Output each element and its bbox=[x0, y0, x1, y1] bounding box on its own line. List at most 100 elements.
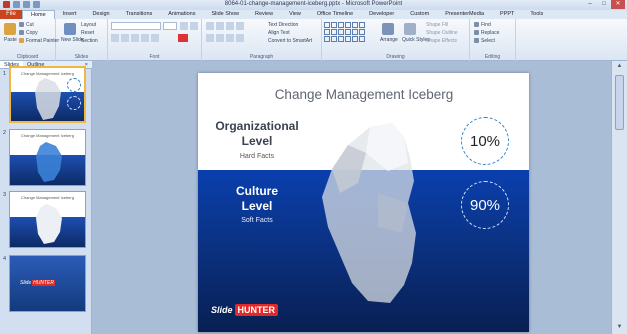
org-line-1: Organizational bbox=[215, 119, 299, 133]
tab-design[interactable]: Design bbox=[84, 10, 117, 19]
close-button[interactable]: ✕ bbox=[611, 0, 625, 9]
shape-fill-button[interactable]: Shape Fill bbox=[426, 22, 448, 28]
thumb-title: Change Management Iceberg bbox=[21, 71, 74, 76]
tab-file[interactable]: File bbox=[0, 10, 22, 19]
find-label: Find bbox=[481, 22, 491, 28]
strikethrough-icon[interactable] bbox=[151, 34, 159, 42]
hard-facts-label[interactable]: Hard Facts bbox=[202, 153, 312, 160]
section-button[interactable]: Section bbox=[81, 38, 98, 44]
grow-font-icon[interactable] bbox=[180, 22, 188, 30]
font-label: Font bbox=[149, 54, 160, 60]
iceberg-image[interactable] bbox=[318, 123, 438, 308]
iceberg-icon bbox=[35, 78, 61, 120]
scroll-down-icon[interactable]: ▼ bbox=[615, 324, 624, 332]
maximize-button[interactable]: □ bbox=[597, 0, 611, 9]
soft-facts-label[interactable]: Soft Facts bbox=[202, 217, 312, 224]
tab-pppt[interactable]: PPPT bbox=[492, 10, 522, 19]
tab-insert[interactable]: Insert bbox=[55, 10, 85, 19]
thumb-circle-top bbox=[67, 78, 81, 92]
thumb-logo: Slide HUNTER bbox=[20, 280, 55, 286]
org-percent: 10% bbox=[469, 132, 501, 150]
align-left-icon[interactable] bbox=[206, 34, 214, 42]
text-direction-button[interactable]: Text Direction bbox=[268, 22, 298, 28]
tab-tools[interactable]: Tools bbox=[522, 10, 551, 19]
format-painter-label: Format Painter bbox=[26, 38, 60, 44]
replace-button[interactable]: Replace bbox=[474, 30, 499, 36]
tab-presentermedia[interactable]: PresenterMedia bbox=[437, 10, 492, 19]
clipboard-label: Clipboard bbox=[16, 54, 39, 60]
tab-animations[interactable]: Animations bbox=[160, 10, 203, 19]
increase-indent-icon[interactable] bbox=[236, 22, 244, 30]
slide-canvas[interactable]: Change Management Iceberg Organizational… bbox=[198, 73, 529, 332]
cult-line-2: Level bbox=[241, 199, 273, 213]
justify-icon[interactable] bbox=[236, 34, 244, 42]
vertical-scrollbar[interactable]: ▲ ▼ bbox=[611, 61, 627, 334]
bullets-icon[interactable] bbox=[206, 22, 214, 30]
italic-icon[interactable] bbox=[121, 34, 129, 42]
thumb-circle-bottom bbox=[67, 96, 81, 110]
window-title: 8064-01-change-management-iceberg.pptx -… bbox=[224, 1, 403, 7]
font-family-select[interactable] bbox=[111, 22, 161, 30]
font-group: Font bbox=[108, 19, 202, 61]
shadow-icon[interactable] bbox=[141, 34, 149, 42]
find-button[interactable]: Find bbox=[474, 22, 491, 28]
layout-button[interactable]: Layout bbox=[81, 22, 96, 28]
replace-label: Replace bbox=[481, 30, 500, 36]
tab-developer[interactable]: Developer bbox=[361, 10, 402, 19]
align-text-button[interactable]: Align Text bbox=[268, 30, 290, 36]
align-center-icon[interactable] bbox=[216, 34, 224, 42]
shapes-gallery[interactable] bbox=[324, 22, 365, 42]
shape-effects-button[interactable]: Shape Effects bbox=[426, 38, 457, 44]
font-color-icon[interactable] bbox=[178, 34, 188, 42]
culture-percent-circle[interactable]: 90% bbox=[461, 181, 509, 229]
new-slide-icon[interactable] bbox=[64, 23, 76, 35]
format-painter-button[interactable]: Format Painter bbox=[19, 38, 59, 44]
numbering-icon[interactable] bbox=[216, 22, 224, 30]
arrange-button[interactable]: Arrange bbox=[380, 37, 398, 43]
slide-thumbnail-2[interactable]: Change Management Iceberg bbox=[9, 129, 86, 186]
slide-number: 2 bbox=[3, 130, 7, 136]
scroll-thumb[interactable] bbox=[615, 75, 624, 130]
cut-label: Cut bbox=[26, 22, 34, 28]
slide-title[interactable]: Change Management Iceberg bbox=[258, 87, 470, 102]
tab-review[interactable]: Review bbox=[247, 10, 281, 19]
reset-button[interactable]: Reset bbox=[81, 30, 94, 36]
tab-home[interactable]: Home bbox=[22, 10, 55, 19]
underline-icon[interactable] bbox=[131, 34, 139, 42]
minimize-button[interactable]: – bbox=[583, 0, 597, 9]
font-size-select[interactable] bbox=[163, 22, 177, 30]
scroll-up-icon[interactable]: ▲ bbox=[615, 63, 624, 71]
tab-slide-show[interactable]: Slide Show bbox=[203, 10, 247, 19]
cut-button[interactable]: Cut bbox=[19, 22, 34, 28]
quick-styles-icon[interactable] bbox=[404, 23, 416, 35]
iceberg-icon bbox=[36, 204, 62, 244]
paste-icon[interactable] bbox=[4, 23, 16, 35]
arrange-icon[interactable] bbox=[382, 23, 394, 35]
decrease-indent-icon[interactable] bbox=[226, 22, 234, 30]
editing-group: Find Replace Select Editing bbox=[470, 19, 516, 61]
drawing-group: Arrange Quick Styles Shape Fill Shape Ou… bbox=[322, 19, 470, 61]
organizational-percent-circle[interactable]: 10% bbox=[461, 117, 509, 165]
logo-slide: Slide bbox=[211, 305, 233, 315]
align-right-icon[interactable] bbox=[226, 34, 234, 42]
organizational-heading[interactable]: Organizational Level bbox=[202, 119, 312, 149]
select-button[interactable]: Select bbox=[474, 38, 495, 44]
tab-view[interactable]: View bbox=[281, 10, 309, 19]
culture-heading[interactable]: Culture Level bbox=[202, 184, 312, 214]
slide-thumbnail-1[interactable]: Change Management Iceberg bbox=[9, 66, 86, 123]
tab-custom[interactable]: Custom bbox=[402, 10, 437, 19]
bold-icon[interactable] bbox=[111, 34, 119, 42]
shrink-font-icon[interactable] bbox=[190, 22, 198, 30]
copy-icon bbox=[19, 30, 24, 36]
shape-outline-button[interactable]: Shape Outline bbox=[426, 30, 458, 36]
slide-thumbnail-3[interactable]: Change Management Iceberg bbox=[9, 191, 86, 248]
paste-button[interactable]: Paste bbox=[4, 37, 17, 43]
logo-hunter: HUNTER bbox=[234, 304, 279, 316]
editing-label: Editing bbox=[484, 54, 501, 60]
tab-transitions[interactable]: Transitions bbox=[118, 10, 161, 19]
convert-smartart-button[interactable]: Convert to SmartArt bbox=[268, 38, 312, 44]
copy-button[interactable]: Copy bbox=[19, 30, 38, 36]
slide-thumbnail-4[interactable]: Slide HUNTER bbox=[9, 255, 86, 312]
tab-office-timeline[interactable]: Office Timeline bbox=[309, 10, 361, 19]
title-bar: 8064-01-change-management-iceberg.pptx -… bbox=[0, 0, 627, 10]
